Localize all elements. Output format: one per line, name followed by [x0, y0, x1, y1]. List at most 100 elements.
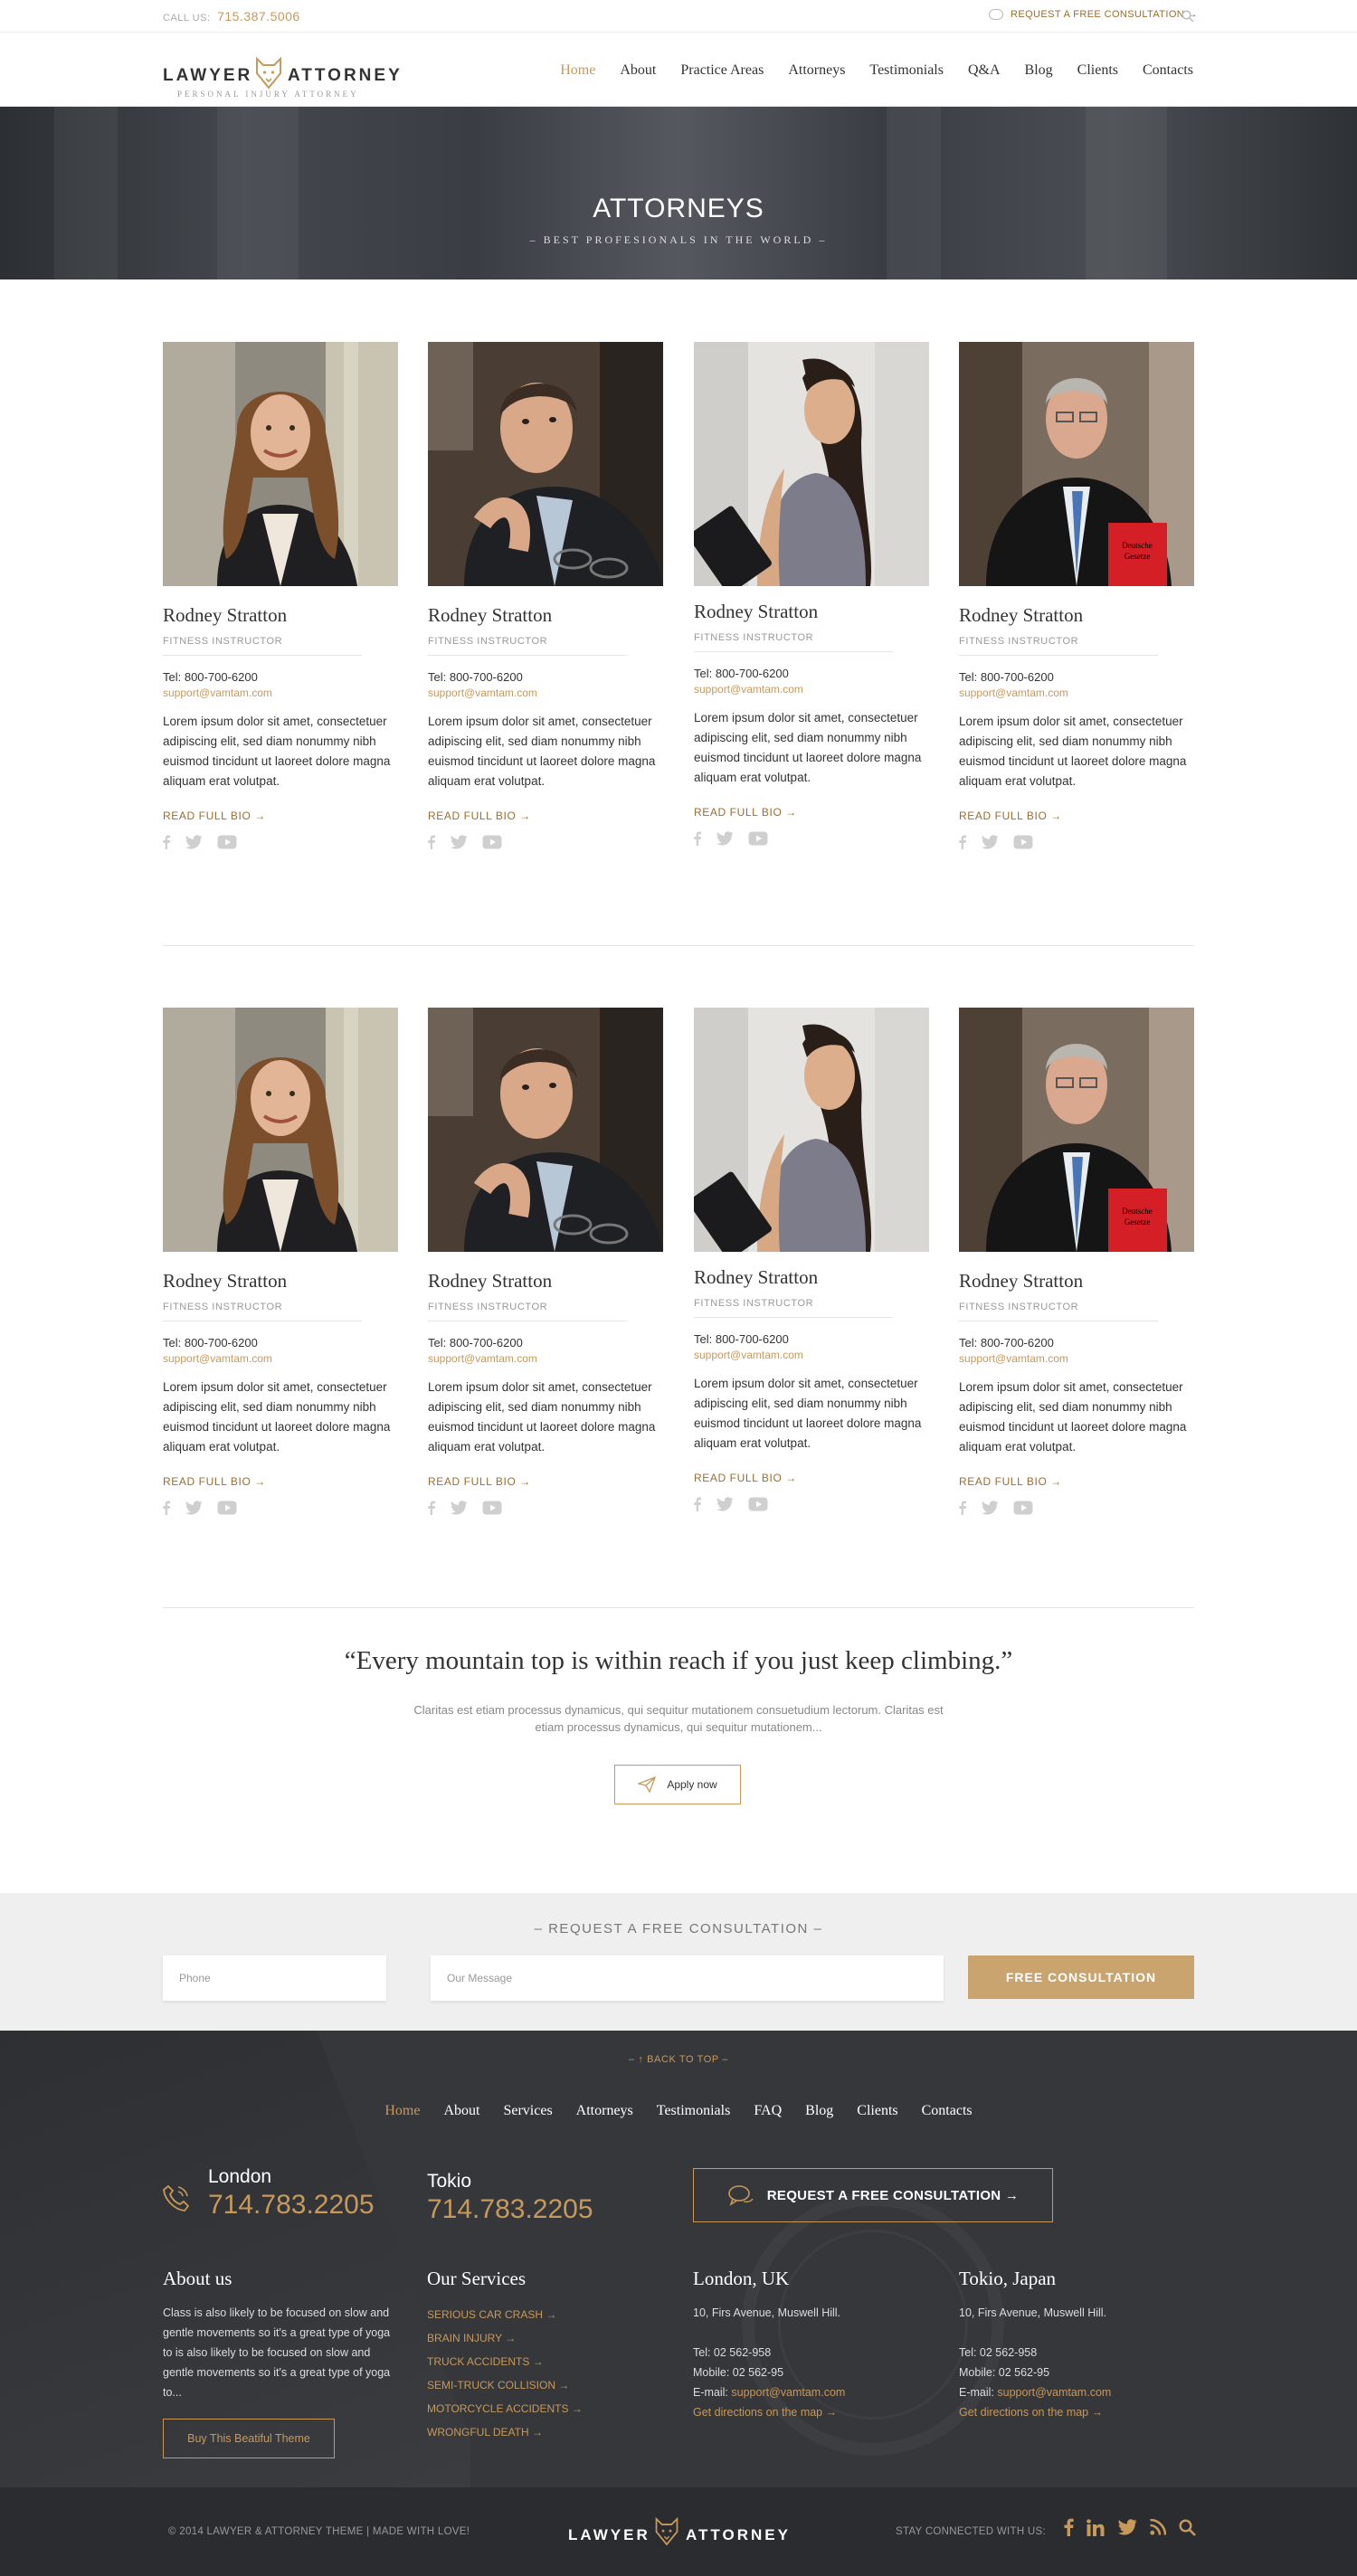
attorney-name[interactable]: Rodney Stratton [428, 604, 663, 627]
office-directions[interactable]: Get directions on the map → [693, 2402, 928, 2422]
facebook-icon[interactable] [428, 1501, 435, 1515]
facebook-icon[interactable] [1063, 2518, 1074, 2536]
attorney-name[interactable]: Rodney Stratton [694, 1266, 929, 1289]
youtube-icon[interactable] [748, 831, 768, 846]
attorney-email[interactable]: support@vamtam.com [959, 1352, 1194, 1365]
service-link[interactable]: WRONGFUL DEATH → [427, 2420, 644, 2444]
facebook-icon[interactable] [428, 835, 435, 849]
search-icon[interactable] [1181, 10, 1194, 23]
read-full-bio-link[interactable]: READ FULL BIO → [163, 810, 398, 822]
youtube-icon[interactable] [482, 835, 502, 849]
youtube-icon[interactable] [217, 1501, 237, 1515]
facebook-icon[interactable] [163, 835, 170, 849]
logo[interactable]: LAWYER ATTORNEY PERSONAL INJURY ATTORNEY [163, 48, 400, 99]
read-full-bio-link[interactable]: READ FULL BIO → [694, 1472, 929, 1484]
footer-logo[interactable]: LAWYER ATTORNEY [568, 2511, 803, 2556]
back-to-top-link[interactable]: – ↑ BACK TO TOP – [0, 2054, 1357, 2065]
footer-nav-clients[interactable]: Clients [857, 2103, 897, 2119]
attorney-photo[interactable] [163, 1008, 398, 1252]
attorney-email[interactable]: support@vamtam.com [694, 1349, 929, 1361]
facebook-icon[interactable] [163, 1501, 170, 1515]
attorney-name[interactable]: Rodney Stratton [959, 604, 1194, 627]
facebook-icon[interactable] [959, 835, 966, 849]
attorney-name[interactable]: Rodney Stratton [163, 1270, 398, 1293]
nav-qa[interactable]: Q&A [968, 62, 1001, 79]
footer-nav-attorneys[interactable]: Attorneys [576, 2103, 633, 2119]
footer-nav-contacts[interactable]: Contacts [922, 2103, 973, 2119]
twitter-icon[interactable] [716, 831, 734, 846]
free-consultation-button[interactable]: FREE CONSULTATION [968, 1956, 1194, 1999]
twitter-icon[interactable] [981, 1501, 999, 1515]
attorney-photo[interactable]: Deutsche Gesetze [959, 342, 1194, 586]
phone-input[interactable]: Phone [163, 1956, 386, 2001]
message-input[interactable]: Our Message [431, 1956, 944, 2001]
read-full-bio-link[interactable]: READ FULL BIO → [694, 806, 929, 819]
city-phone[interactable]: 714.783.2205 [427, 2194, 593, 2225]
office-email[interactable]: support@vamtam.com [997, 2386, 1111, 2399]
nav-about[interactable]: About [620, 62, 656, 79]
facebook-icon[interactable] [694, 1497, 701, 1511]
search-icon[interactable] [1179, 2518, 1196, 2536]
twitter-icon[interactable] [716, 1497, 734, 1511]
footer-nav-testimonials[interactable]: Testimonials [657, 2103, 731, 2119]
attorney-email[interactable]: support@vamtam.com [163, 687, 398, 699]
office-directions[interactable]: Get directions on the map → [959, 2402, 1194, 2422]
attorney-photo[interactable] [694, 342, 929, 586]
service-link[interactable]: TRUCK ACCIDENTS → [427, 2350, 644, 2373]
footer-consult-button[interactable]: REQUEST A FREE CONSULTATION → [693, 2168, 1053, 2222]
top-consult-link[interactable]: REQUEST A FREE CONSULTATION → [989, 9, 1198, 20]
service-link[interactable]: MOTORCYCLE ACCIDENTS → [427, 2397, 644, 2420]
attorney-photo[interactable] [428, 342, 663, 586]
attorney-email[interactable]: support@vamtam.com [959, 687, 1194, 699]
attorney-photo[interactable] [694, 1008, 929, 1252]
youtube-icon[interactable] [1013, 835, 1033, 849]
attorney-email[interactable]: support@vamtam.com [163, 1352, 398, 1365]
footer-nav-blog[interactable]: Blog [805, 2103, 833, 2119]
read-full-bio-link[interactable]: READ FULL BIO → [428, 1475, 663, 1488]
nav-testimonials[interactable]: Testimonials [869, 62, 944, 79]
read-full-bio-link[interactable]: READ FULL BIO → [959, 1475, 1194, 1488]
service-link[interactable]: SERIOUS CAR CRASH → [427, 2303, 644, 2326]
read-full-bio-link[interactable]: READ FULL BIO → [959, 810, 1194, 822]
buy-theme-button[interactable]: Buy This Beatiful Theme [163, 2419, 335, 2458]
nav-clients[interactable]: Clients [1077, 62, 1118, 79]
read-full-bio-link[interactable]: READ FULL BIO → [428, 810, 663, 822]
nav-blog[interactable]: Blog [1025, 62, 1053, 79]
twitter-icon[interactable] [450, 835, 468, 849]
attorney-name[interactable]: Rodney Stratton [428, 1270, 663, 1293]
apply-now-button[interactable]: Apply now [614, 1765, 741, 1804]
facebook-icon[interactable] [959, 1501, 966, 1515]
office-email[interactable]: support@vamtam.com [731, 2386, 845, 2399]
nav-home[interactable]: Home [560, 62, 595, 79]
youtube-icon[interactable] [1013, 1501, 1033, 1515]
twitter-icon[interactable] [450, 1501, 468, 1515]
top-phone[interactable]: 715.387.5006 [217, 9, 300, 24]
service-link[interactable]: BRAIN INJURY → [427, 2326, 644, 2350]
nav-contacts[interactable]: Contacts [1143, 62, 1193, 79]
attorney-email[interactable]: support@vamtam.com [428, 687, 663, 699]
nav-practice-areas[interactable]: Practice Areas [680, 62, 764, 79]
attorney-name[interactable]: Rodney Stratton [694, 601, 929, 623]
facebook-icon[interactable] [694, 831, 701, 846]
twitter-icon[interactable] [981, 835, 999, 849]
city-phone[interactable]: 714.783.2205 [208, 2190, 375, 2221]
rss-icon[interactable] [1150, 2519, 1166, 2535]
twitter-icon[interactable] [1117, 2519, 1137, 2535]
youtube-icon[interactable] [482, 1501, 502, 1515]
attorney-name[interactable]: Rodney Stratton [959, 1270, 1194, 1293]
youtube-icon[interactable] [748, 1497, 768, 1511]
twitter-icon[interactable] [185, 835, 203, 849]
read-full-bio-link[interactable]: READ FULL BIO → [163, 1475, 398, 1488]
nav-attorneys[interactable]: Attorneys [788, 62, 845, 79]
attorney-email[interactable]: support@vamtam.com [694, 683, 929, 696]
attorney-photo[interactable]: Deutsche Gesetze [959, 1008, 1194, 1252]
attorney-name[interactable]: Rodney Stratton [163, 604, 398, 627]
service-link[interactable]: SEMI-TRUCK COLLISION → [427, 2373, 644, 2397]
linkedin-icon[interactable] [1087, 2518, 1105, 2536]
footer-nav-services[interactable]: Services [503, 2103, 552, 2119]
youtube-icon[interactable] [217, 835, 237, 849]
footer-nav-about[interactable]: About [443, 2103, 479, 2119]
attorney-email[interactable]: support@vamtam.com [428, 1352, 663, 1365]
twitter-icon[interactable] [185, 1501, 203, 1515]
attorney-photo[interactable] [428, 1008, 663, 1252]
